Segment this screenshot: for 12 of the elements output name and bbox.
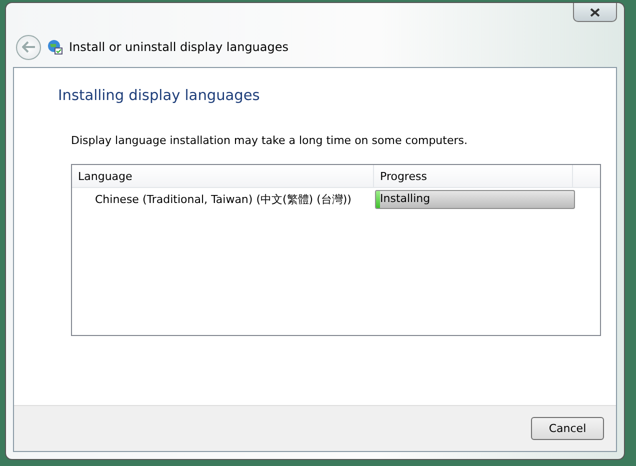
window-title: Install or uninstall display languages [69, 40, 289, 54]
globe-icon [47, 39, 63, 55]
page-heading: Installing display languages [58, 88, 261, 104]
column-header[interactable]: Language [72, 165, 374, 187]
cancel-button[interactable]: Cancel [531, 417, 604, 440]
column-header[interactable]: Progress [374, 165, 573, 187]
close-button[interactable] [573, 3, 617, 22]
progress-status: Installing [380, 192, 430, 204]
language-cell-text: Chinese (Traditional, Taiwan) (中文(繁體) (台灣)) [94, 192, 352, 206]
close-icon [590, 8, 600, 16]
back-arrow-icon [22, 41, 36, 53]
description-text: Display language installation may take a long time on some computers. [71, 134, 468, 147]
